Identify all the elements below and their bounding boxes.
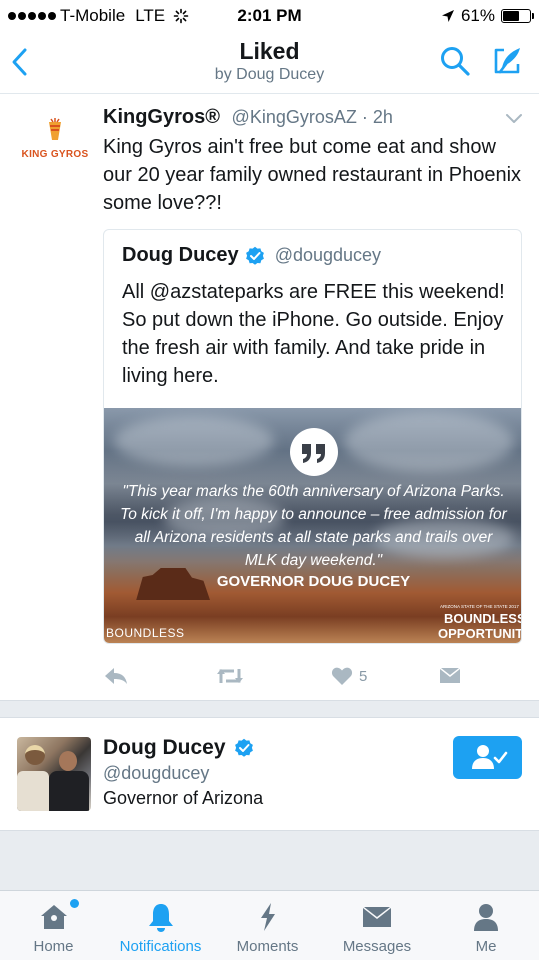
like-button[interactable]: 5 <box>331 664 367 688</box>
tab-messages[interactable]: Messages <box>321 891 433 960</box>
retweet-button[interactable] <box>215 664 245 688</box>
tab-me-label: Me <box>475 938 497 955</box>
tab-notifications-label: Notifications <box>119 938 202 955</box>
profile-name-row: Doug Ducey <box>103 736 254 760</box>
section-separator <box>0 700 539 718</box>
following-button[interactable] <box>453 736 522 779</box>
profile-handle: @dougducey <box>103 763 210 783</box>
quoted-tweet-header: Doug Ducey @dougducey <box>122 244 381 267</box>
tab-notifications[interactable]: Notifications <box>107 891 214 960</box>
retweet-icon <box>217 669 243 683</box>
direct-message-button[interactable] <box>439 664 461 688</box>
lightning-icon <box>260 903 275 931</box>
profile-avatar[interactable] <box>17 737 91 811</box>
verified-badge-icon <box>245 246 264 265</box>
profile-card[interactable]: Doug Ducey @dougducey Governor of Arizon… <box>0 718 539 830</box>
image-attribution: GOVERNOR DOUG DUCEY <box>216 573 411 590</box>
tab-moments-label: Moments <box>236 938 299 955</box>
quote-mark-icon <box>290 428 338 476</box>
status-bar: T-Mobile LTE 2:01 PM 61% <box>0 0 539 32</box>
chevron-down-icon <box>506 114 522 123</box>
tab-moments[interactable]: Moments <box>214 891 321 960</box>
tweet-text: King Gyros ain't free but come eat and s… <box>103 136 522 214</box>
search-icon <box>441 47 470 76</box>
image-small-caption: ARIZONA STATE OF THE STATE 2017 <box>440 604 519 609</box>
image-watermark-right-1: BOUNDLESS <box>444 611 522 626</box>
battery-icon <box>501 9 534 23</box>
quoted-tweet-image[interactable]: "This year marks the 60th anniversary of… <box>104 408 522 643</box>
tab-home[interactable]: Home <box>0 891 107 960</box>
image-watermark-right-2: OPPORTUNITY <box>438 626 521 641</box>
tweet-actions: 5 <box>103 664 523 688</box>
empty-area <box>0 830 539 890</box>
tab-home-label: Home <box>33 938 74 955</box>
person-icon <box>474 904 498 931</box>
tweet-time: 2h <box>372 107 393 127</box>
image-watermark-left: BOUNDLESS <box>106 626 185 640</box>
image-quote-text: "This year marks the 60th anniversary of… <box>120 483 507 569</box>
home-icon <box>40 905 67 929</box>
home-notification-dot <box>70 899 79 908</box>
quoted-author-handle: @dougducey <box>274 245 382 265</box>
quoted-tweet[interactable]: Doug Ducey @dougducey All @azstateparks … <box>103 229 522 644</box>
battery-percent: 61% <box>460 6 495 25</box>
gyro-logo-icon <box>49 118 61 140</box>
tab-bar: Home Notifications Moments Messages Me <box>0 890 539 960</box>
heart-icon <box>331 667 353 685</box>
profile-name: Doug Ducey <box>103 736 226 759</box>
cloud-shape <box>344 412 514 472</box>
tweet-options-button[interactable] <box>504 112 524 126</box>
liked-tweet[interactable]: KING GYROS KingGyros® @KingGyrosAZ · 2h … <box>0 94 539 700</box>
reply-button[interactable] <box>103 664 129 688</box>
kinggyros-avatar[interactable]: KING GYROS <box>18 118 92 160</box>
battery-fill <box>503 11 519 21</box>
bell-icon <box>148 904 173 932</box>
kinggyros-logo-text: KING GYROS <box>21 149 89 160</box>
quoted-author-name: Doug Ducey <box>122 244 239 266</box>
cloud-shape <box>114 416 274 466</box>
location-arrow-icon <box>441 10 454 22</box>
status-right: 61% <box>441 6 534 26</box>
quoted-tweet-text: All @azstateparks are FREE this weekend!… <box>122 281 505 387</box>
verified-badge-icon <box>234 738 253 757</box>
envelope-icon <box>440 668 460 683</box>
envelope-icon <box>363 907 391 927</box>
tweet-header: KingGyros® @KingGyrosAZ · 2h <box>103 106 393 129</box>
user-check-icon <box>472 745 508 769</box>
reply-icon <box>105 668 127 684</box>
tab-me[interactable]: Me <box>433 891 539 960</box>
profile-bio: Governor of Arizona <box>103 788 264 808</box>
compose-icon <box>494 48 520 74</box>
tweet-separator: · <box>356 107 373 127</box>
search-button[interactable] <box>438 44 472 78</box>
tweet-author-handle[interactable]: @KingGyrosAZ <box>232 107 357 127</box>
tab-messages-label: Messages <box>342 938 412 955</box>
tweet-author-name[interactable]: KingGyros® <box>103 106 220 128</box>
like-count: 5 <box>359 667 368 685</box>
compose-tweet-button[interactable] <box>490 44 524 78</box>
nav-bar: Liked by Doug Ducey <box>0 32 539 94</box>
